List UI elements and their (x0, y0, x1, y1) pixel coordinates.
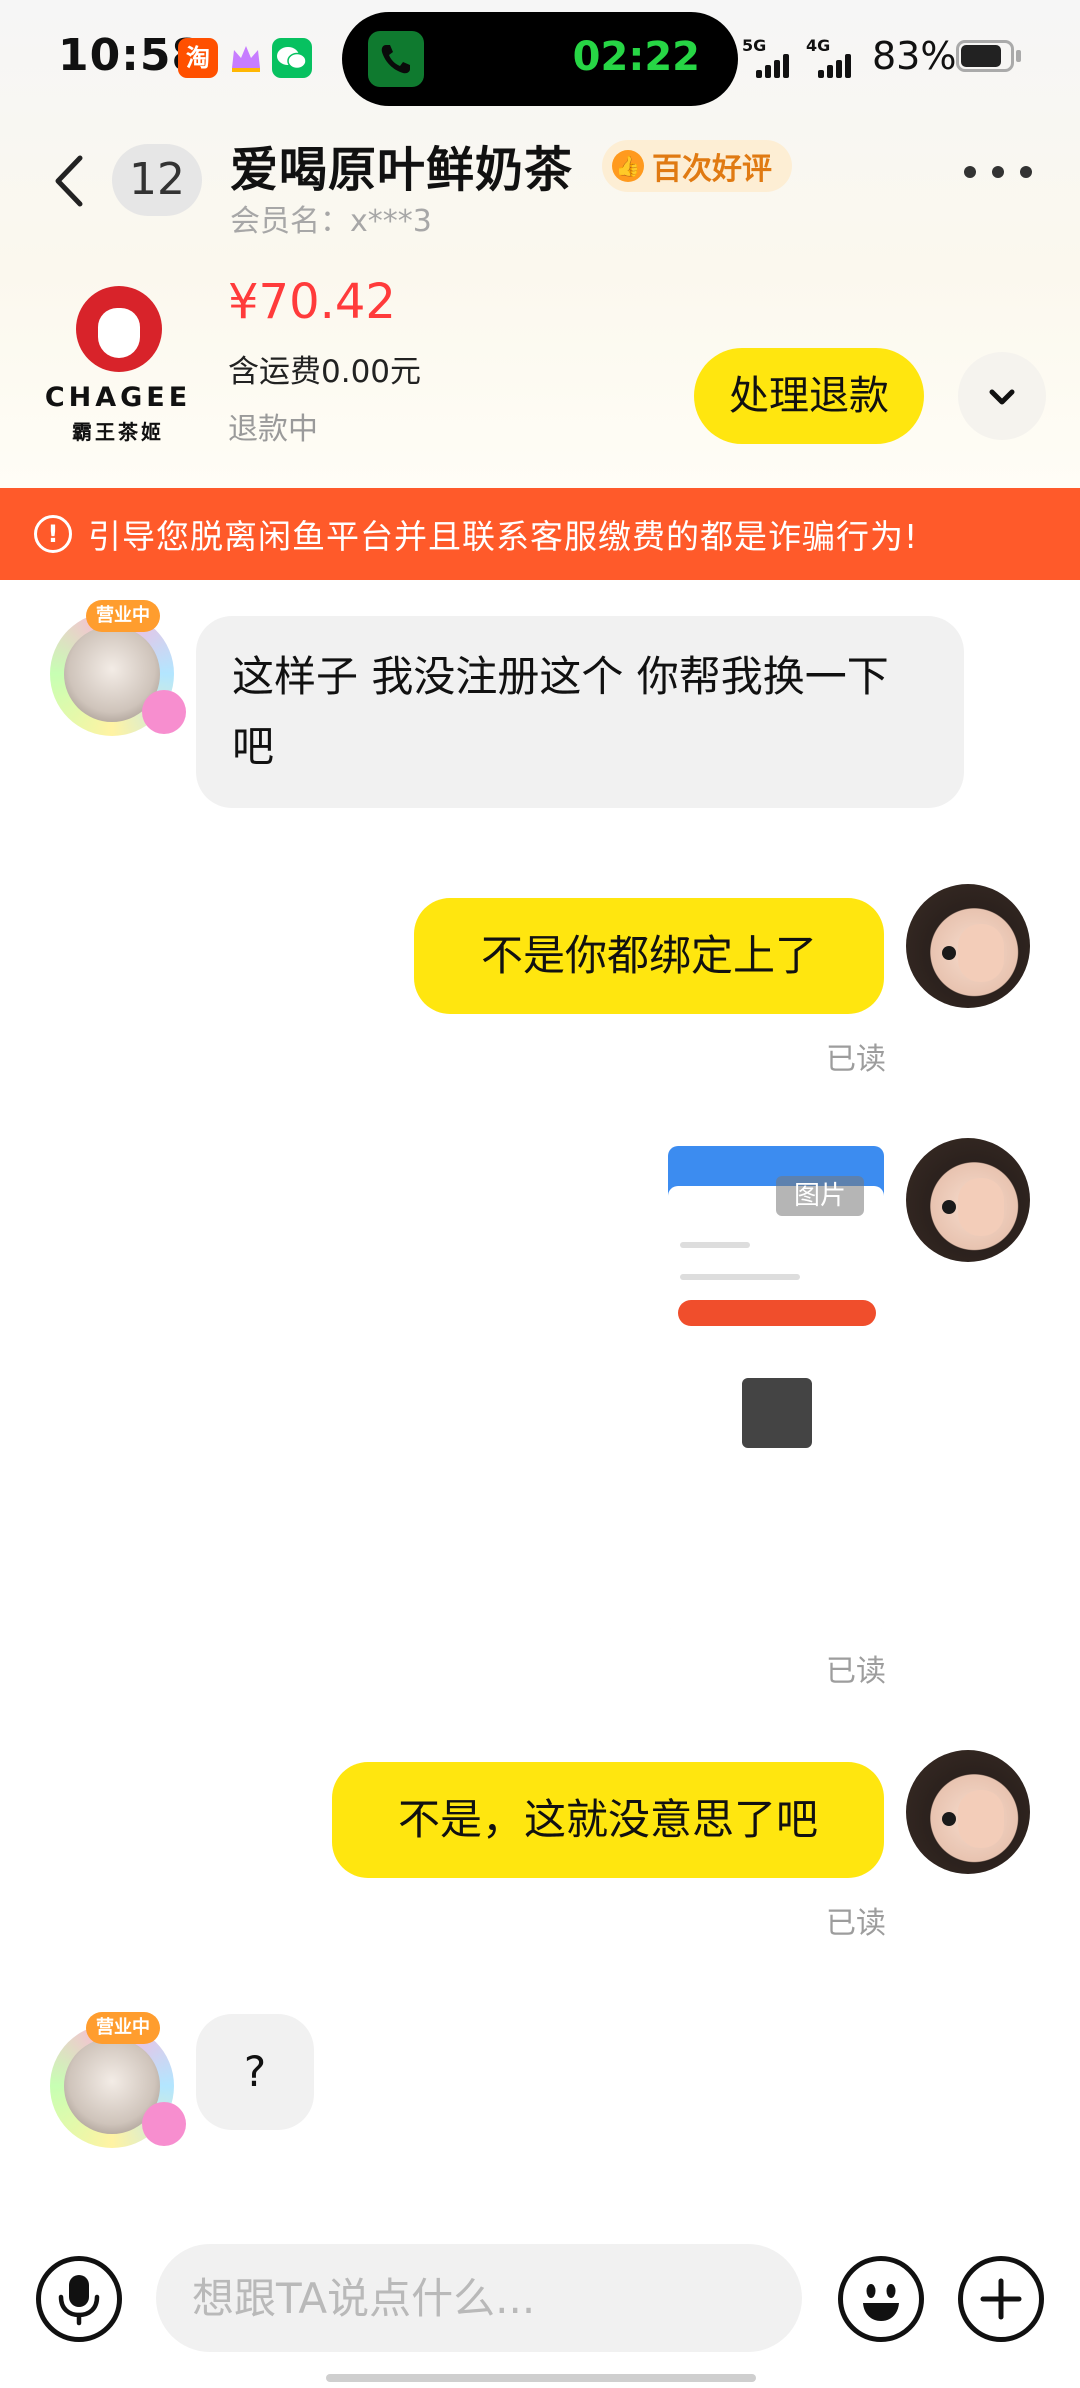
octopus-sticker-icon (142, 690, 186, 734)
rating-badge[interactable]: 👍 百次好评 (602, 140, 792, 192)
status-bar: 10:58 淘 02:22 5G 4G 83% (0, 0, 1080, 118)
taobao-icon: 淘 (178, 38, 218, 78)
brand-logo[interactable]: CHAGEE 霸王茶姬 (40, 286, 196, 446)
call-timer: 02:22 (572, 34, 700, 80)
order-shipping: 含运费0.00元 (228, 354, 422, 390)
warning-icon: ! (34, 515, 72, 553)
shop-name: 爱喝原叶鲜奶茶 (230, 142, 574, 198)
expand-order-button[interactable] (958, 352, 1046, 440)
plus-icon (980, 2278, 1022, 2320)
home-indicator[interactable] (326, 2374, 756, 2382)
read-receipt: 已读 (826, 1042, 886, 1077)
member-name: 会员名：x***3 (230, 204, 432, 239)
order-status: 退款中 (228, 412, 318, 447)
battery-percent: 83% (872, 34, 957, 78)
image-message[interactable]: 图片 (668, 1146, 884, 1632)
open-status-tag: 营业中 (86, 600, 160, 632)
warning-text: 引导您脱离闲鱼平台并且联系客服缴费的都是诈骗行为! (88, 517, 919, 556)
octopus-sticker-icon (142, 2102, 186, 2146)
voice-input-button[interactable] (36, 2256, 122, 2342)
emoji-icon (863, 2284, 899, 2321)
unread-count-badge[interactable]: 12 (112, 144, 202, 216)
seller-avatar[interactable]: 营业中 (42, 2006, 190, 2148)
fraud-warning-banner: ! 引导您脱离闲鱼平台并且联系客服缴费的都是诈骗行为! (0, 488, 1080, 580)
read-receipt: 已读 (826, 1654, 886, 1689)
message-bubble-sent[interactable]: 不是你都绑定上了 (414, 898, 884, 1014)
my-avatar[interactable] (906, 884, 1030, 1008)
process-refund-button[interactable]: 处理退款 (694, 348, 924, 444)
battery-level (961, 45, 1001, 67)
call-indicator[interactable]: 02:22 (342, 12, 738, 106)
brand-emblem-face (98, 308, 140, 358)
chevron-down-icon (989, 389, 1015, 405)
open-status-tag: 营业中 (86, 2012, 160, 2044)
emoji-button[interactable] (838, 2256, 924, 2342)
message-input[interactable] (156, 2244, 802, 2352)
wechat-icon (272, 38, 312, 78)
more-options-icon[interactable] (964, 160, 1034, 184)
brand-sub: 霸王茶姬 (72, 420, 164, 444)
rating-badge-label: 百次好评 (652, 152, 772, 187)
phone-call-icon (368, 31, 424, 87)
battery-cap (1016, 50, 1021, 62)
my-avatar[interactable] (906, 1138, 1030, 1262)
microphone-icon (58, 2275, 100, 2326)
seller-avatar[interactable]: 营业中 (42, 594, 190, 736)
back-button[interactable] (44, 146, 100, 216)
my-avatar[interactable] (906, 1750, 1030, 1874)
signal-4g-icon (818, 52, 860, 78)
read-receipt: 已读 (826, 1906, 886, 1941)
message-bubble-sent[interactable]: 不是，这就没意思了吧 (332, 1762, 884, 1878)
brand-word: CHAGEE (44, 382, 192, 413)
signal-5g-icon (756, 52, 798, 78)
image-tag: 图片 (776, 1176, 864, 1216)
more-actions-button[interactable] (958, 2256, 1044, 2342)
message-bubble-received[interactable]: 这样子 我没注册这个 你帮我换一下吧 (196, 616, 964, 808)
battery-icon (956, 40, 1014, 72)
chat-screen: 10:58 淘 02:22 5G 4G 83% 12 爱喝原叶鲜奶茶 👍 百次好… (0, 0, 1080, 2388)
order-price: ¥70.42 (228, 274, 396, 330)
thumbs-up-icon: 👍 (612, 150, 644, 182)
crown-icon (226, 38, 266, 78)
message-bubble-received[interactable]: ? (196, 2014, 314, 2130)
